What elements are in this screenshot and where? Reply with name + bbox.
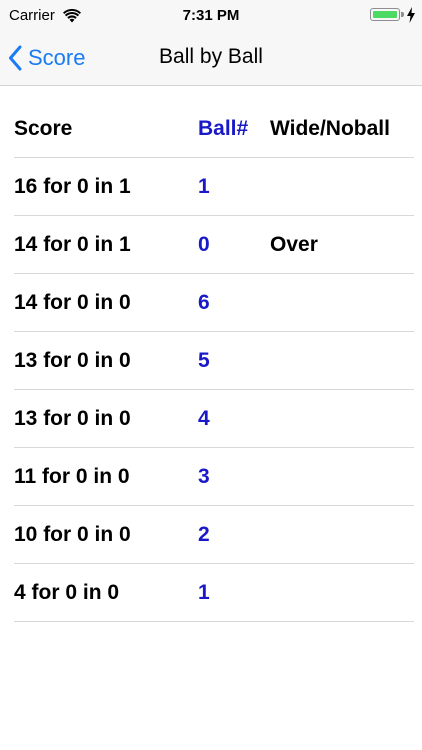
row-ball: 0 xyxy=(198,233,210,256)
row-score: 13 for 0 in 0 xyxy=(14,349,131,372)
status-bar: Carrier 7:31 PM xyxy=(0,0,422,32)
status-time: 7:31 PM xyxy=(182,7,240,24)
battery-icon xyxy=(370,8,400,21)
page-title: Ball by Ball xyxy=(159,45,263,68)
row-ball: 4 xyxy=(198,407,210,430)
row-score: 10 for 0 in 0 xyxy=(14,523,131,546)
table-row[interactable]: 10 for 0 in 0 2 xyxy=(0,506,422,564)
table-row[interactable]: 11 for 0 in 0 3 xyxy=(0,448,422,506)
row-ball: 2 xyxy=(198,523,210,546)
row-ball: 1 xyxy=(198,175,210,198)
row-separator xyxy=(14,621,414,622)
navigation-bar: Score Ball by Ball xyxy=(0,32,422,86)
row-score: 11 for 0 in 0 xyxy=(14,465,130,488)
row-score: 14 for 0 in 0 xyxy=(14,291,131,314)
table-row[interactable]: 13 for 0 in 0 5 xyxy=(0,332,422,390)
row-ball: 1 xyxy=(198,581,210,604)
header-ball: Ball# xyxy=(198,117,249,140)
row-wide-noball: Over xyxy=(270,233,318,256)
row-ball: 5 xyxy=(198,349,210,372)
row-score: 4 for 0 in 0 xyxy=(14,581,120,604)
ball-by-ball-table: Score Ball# Wide/Noball 16 for 0 in 1 1 … xyxy=(0,100,422,622)
row-score: 13 for 0 in 0 xyxy=(14,407,131,430)
table-row[interactable]: 13 for 0 in 0 4 xyxy=(0,390,422,448)
row-score: 14 for 0 in 1 xyxy=(14,233,131,256)
battery-tip xyxy=(401,12,404,17)
row-ball: 3 xyxy=(198,465,210,488)
table-row[interactable]: 4 for 0 in 0 1 xyxy=(0,564,422,622)
row-score: 16 for 0 in 1 xyxy=(14,175,131,198)
table-row[interactable]: 14 for 0 in 0 6 xyxy=(0,274,422,332)
row-ball: 6 xyxy=(198,291,210,314)
table-row[interactable]: 16 for 0 in 1 1 xyxy=(0,158,422,216)
table-header: Score Ball# Wide/Noball xyxy=(0,100,422,158)
charging-bolt-icon xyxy=(406,7,416,23)
header-wide-noball: Wide/Noball xyxy=(270,117,390,140)
battery-level xyxy=(372,10,397,18)
table-row[interactable]: 14 for 0 in 1 0 Over xyxy=(0,216,422,274)
header-score: Score xyxy=(14,117,73,140)
